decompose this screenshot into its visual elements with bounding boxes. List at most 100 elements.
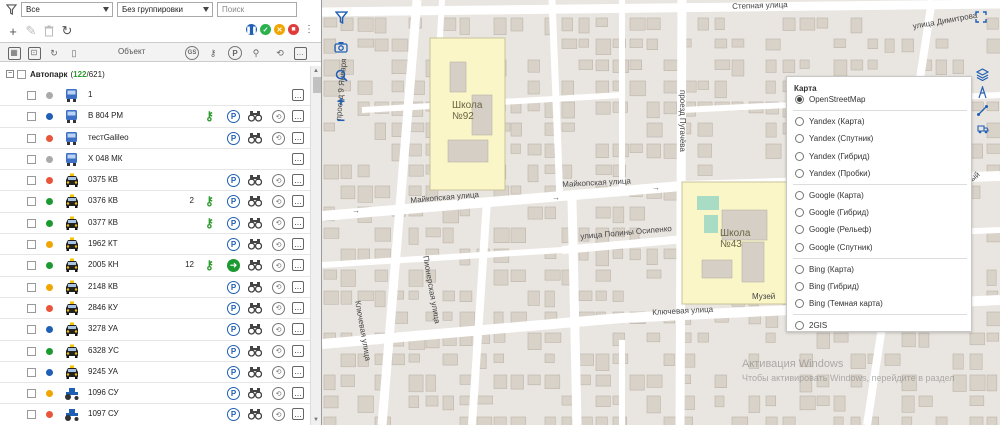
history-icon[interactable]: ⟲ xyxy=(272,387,285,401)
binoculars-icon[interactable]: ⚲ xyxy=(248,45,264,61)
layers-icon[interactable] xyxy=(974,66,990,82)
radio-icon[interactable] xyxy=(795,168,804,178)
map-provider-option[interactable]: Google (Гибрид) xyxy=(795,208,869,218)
parking-icon[interactable]: P xyxy=(227,408,240,422)
gps-icon[interactable]: GS xyxy=(184,45,200,61)
more-icon[interactable]: … xyxy=(292,408,304,421)
vehicle-checkbox[interactable] xyxy=(27,218,36,228)
vehicle-row[interactable]: 2846 КУ P ⟲… xyxy=(0,298,310,320)
group-row[interactable]: − Автопарк (122/621) xyxy=(0,66,310,82)
map-view[interactable]: → → → Степная улица Майкопская улица Майко… xyxy=(322,0,1000,425)
binoculars-icon[interactable] xyxy=(247,408,263,421)
status-sort-icon[interactable]: ↻ xyxy=(46,45,62,61)
parking-icon[interactable]: P xyxy=(227,216,240,230)
radio-icon[interactable] xyxy=(795,225,804,235)
parking-icon[interactable]: P xyxy=(227,110,240,124)
radio-icon[interactable] xyxy=(795,208,804,218)
more-icon[interactable]: … xyxy=(292,365,304,378)
vehicle-checkbox[interactable] xyxy=(27,346,36,356)
more-icon[interactable]: … xyxy=(292,280,304,293)
vehicle-row[interactable]: тестGalileo P ⟲… xyxy=(0,128,310,149)
binoculars-icon[interactable] xyxy=(247,195,263,208)
parking-icon[interactable]: P xyxy=(227,195,240,209)
vehicle-row[interactable]: 1… xyxy=(0,85,310,107)
more-icon[interactable]: … xyxy=(292,387,304,400)
history-icon[interactable]: ⟲ xyxy=(272,259,285,273)
key-icon[interactable]: ⚷ xyxy=(205,109,214,123)
history-icon[interactable]: ⟲ xyxy=(272,344,285,358)
binoculars-icon[interactable] xyxy=(247,174,263,186)
history-icon[interactable]: ⟲ xyxy=(272,174,285,188)
parking-icon[interactable]: P xyxy=(227,365,240,379)
map-provider-option[interactable]: Bing (Темная карта) xyxy=(795,299,883,309)
ruler-icon[interactable] xyxy=(974,102,990,118)
vehicle-checkbox[interactable] xyxy=(27,240,36,250)
history-icon[interactable]: ⟲ xyxy=(272,301,285,315)
more-vert-icon[interactable]: ⋮ xyxy=(304,24,314,34)
radio-icon[interactable] xyxy=(795,95,804,104)
map-provider-option[interactable]: Yandex (Пробки) xyxy=(795,168,870,178)
history-icon[interactable]: ⟲ xyxy=(272,110,285,124)
history-icon[interactable]: ⟲ xyxy=(272,238,285,252)
history-icon[interactable]: ⟲ xyxy=(272,45,288,61)
map-provider-option[interactable]: Google (Рельеф) xyxy=(795,225,871,235)
route-icon[interactable] xyxy=(974,84,990,100)
list-scrollbar[interactable]: ▲ ▼ xyxy=(310,66,321,425)
binoculars-icon[interactable] xyxy=(247,281,263,293)
vehicle-row[interactable]: 2148 КВ P ⟲… xyxy=(0,277,310,298)
parking-icon[interactable]: P xyxy=(227,131,240,145)
map-provider-option[interactable]: Bing (Гибрид) xyxy=(795,282,859,291)
vehicle-row[interactable]: 1096 СУ P ⟲… xyxy=(0,383,310,405)
scrollbar-thumb[interactable] xyxy=(313,77,321,93)
binoculars-icon[interactable] xyxy=(247,110,263,122)
map-provider-option[interactable]: 2GIS xyxy=(795,321,827,331)
binoculars-icon[interactable] xyxy=(247,345,263,357)
vehicle-row[interactable]: Х 048 МК… xyxy=(0,149,310,171)
vehicle-row[interactable]: 3278 УА P ⟲… xyxy=(0,319,310,341)
expand-all-icon[interactable]: ▦ xyxy=(6,45,22,61)
history-icon[interactable]: ⟲ xyxy=(272,323,285,337)
vehicle-row[interactable]: 0375 КВ P ⟲… xyxy=(0,170,310,192)
more-icon[interactable]: … xyxy=(292,174,304,187)
more-icon[interactable]: … xyxy=(292,110,304,123)
more-icon[interactable]: … xyxy=(292,259,304,272)
group-select[interactable]: Без группировки xyxy=(117,2,213,17)
add-icon[interactable]: + xyxy=(4,22,22,40)
more-icon[interactable]: … xyxy=(292,216,304,229)
binoculars-icon[interactable] xyxy=(247,323,263,335)
screenshot-icon[interactable] xyxy=(332,38,350,56)
radio-icon[interactable] xyxy=(795,151,804,161)
more-icon[interactable]: … xyxy=(292,238,304,251)
key-icon[interactable]: ⚷ xyxy=(205,258,214,272)
geofence-icon[interactable] xyxy=(974,120,990,136)
parking-icon[interactable]: P xyxy=(227,323,240,337)
vehicle-row[interactable]: 0377 КВ ⚷ P ⟲… xyxy=(0,213,310,235)
lock-icon[interactable]: ■ xyxy=(288,24,299,35)
vehicle-row[interactable]: 2005 КН 12 ⚷ ➜ ⟲… xyxy=(0,255,310,277)
binoculars-icon[interactable] xyxy=(247,217,263,229)
binoculars-icon[interactable] xyxy=(247,259,263,272)
select-all-icon[interactable]: ⊡ xyxy=(26,45,42,61)
vehicle-checkbox[interactable] xyxy=(27,282,36,292)
binoculars-icon[interactable] xyxy=(247,302,263,314)
map-provider-option[interactable]: Yandex (Карта) xyxy=(795,117,865,127)
radio-icon[interactable] xyxy=(795,191,804,200)
more-icon[interactable]: … xyxy=(292,344,304,357)
more-icon[interactable]: … xyxy=(292,131,304,144)
map-provider-option[interactable]: Yandex (Гибрид) xyxy=(795,151,870,161)
map-provider-option[interactable]: Google (Карта) xyxy=(795,191,864,200)
search-input[interactable]: Поиск xyxy=(217,2,297,17)
history-icon[interactable]: ⟲ xyxy=(272,195,285,209)
check-icon[interactable]: ✓ xyxy=(260,24,271,35)
history-icon[interactable]: ⟲ xyxy=(272,216,285,230)
more-icon[interactable]: … xyxy=(292,89,304,101)
vehicle-checkbox[interactable] xyxy=(27,154,36,164)
vehicle-row[interactable]: 0376 КВ 2 ⚷ P ⟲… xyxy=(0,191,310,213)
close-icon[interactable]: ✕ xyxy=(274,24,285,35)
radio-icon[interactable] xyxy=(795,282,804,291)
map-provider-option[interactable]: Google (Спутник) xyxy=(795,242,873,252)
vehicle-row[interactable]: 1097 СУ P ⟲… xyxy=(0,404,310,425)
vehicle-checkbox[interactable] xyxy=(27,325,36,335)
parking-icon[interactable]: P xyxy=(227,344,240,358)
parking-icon[interactable]: P xyxy=(227,45,243,61)
